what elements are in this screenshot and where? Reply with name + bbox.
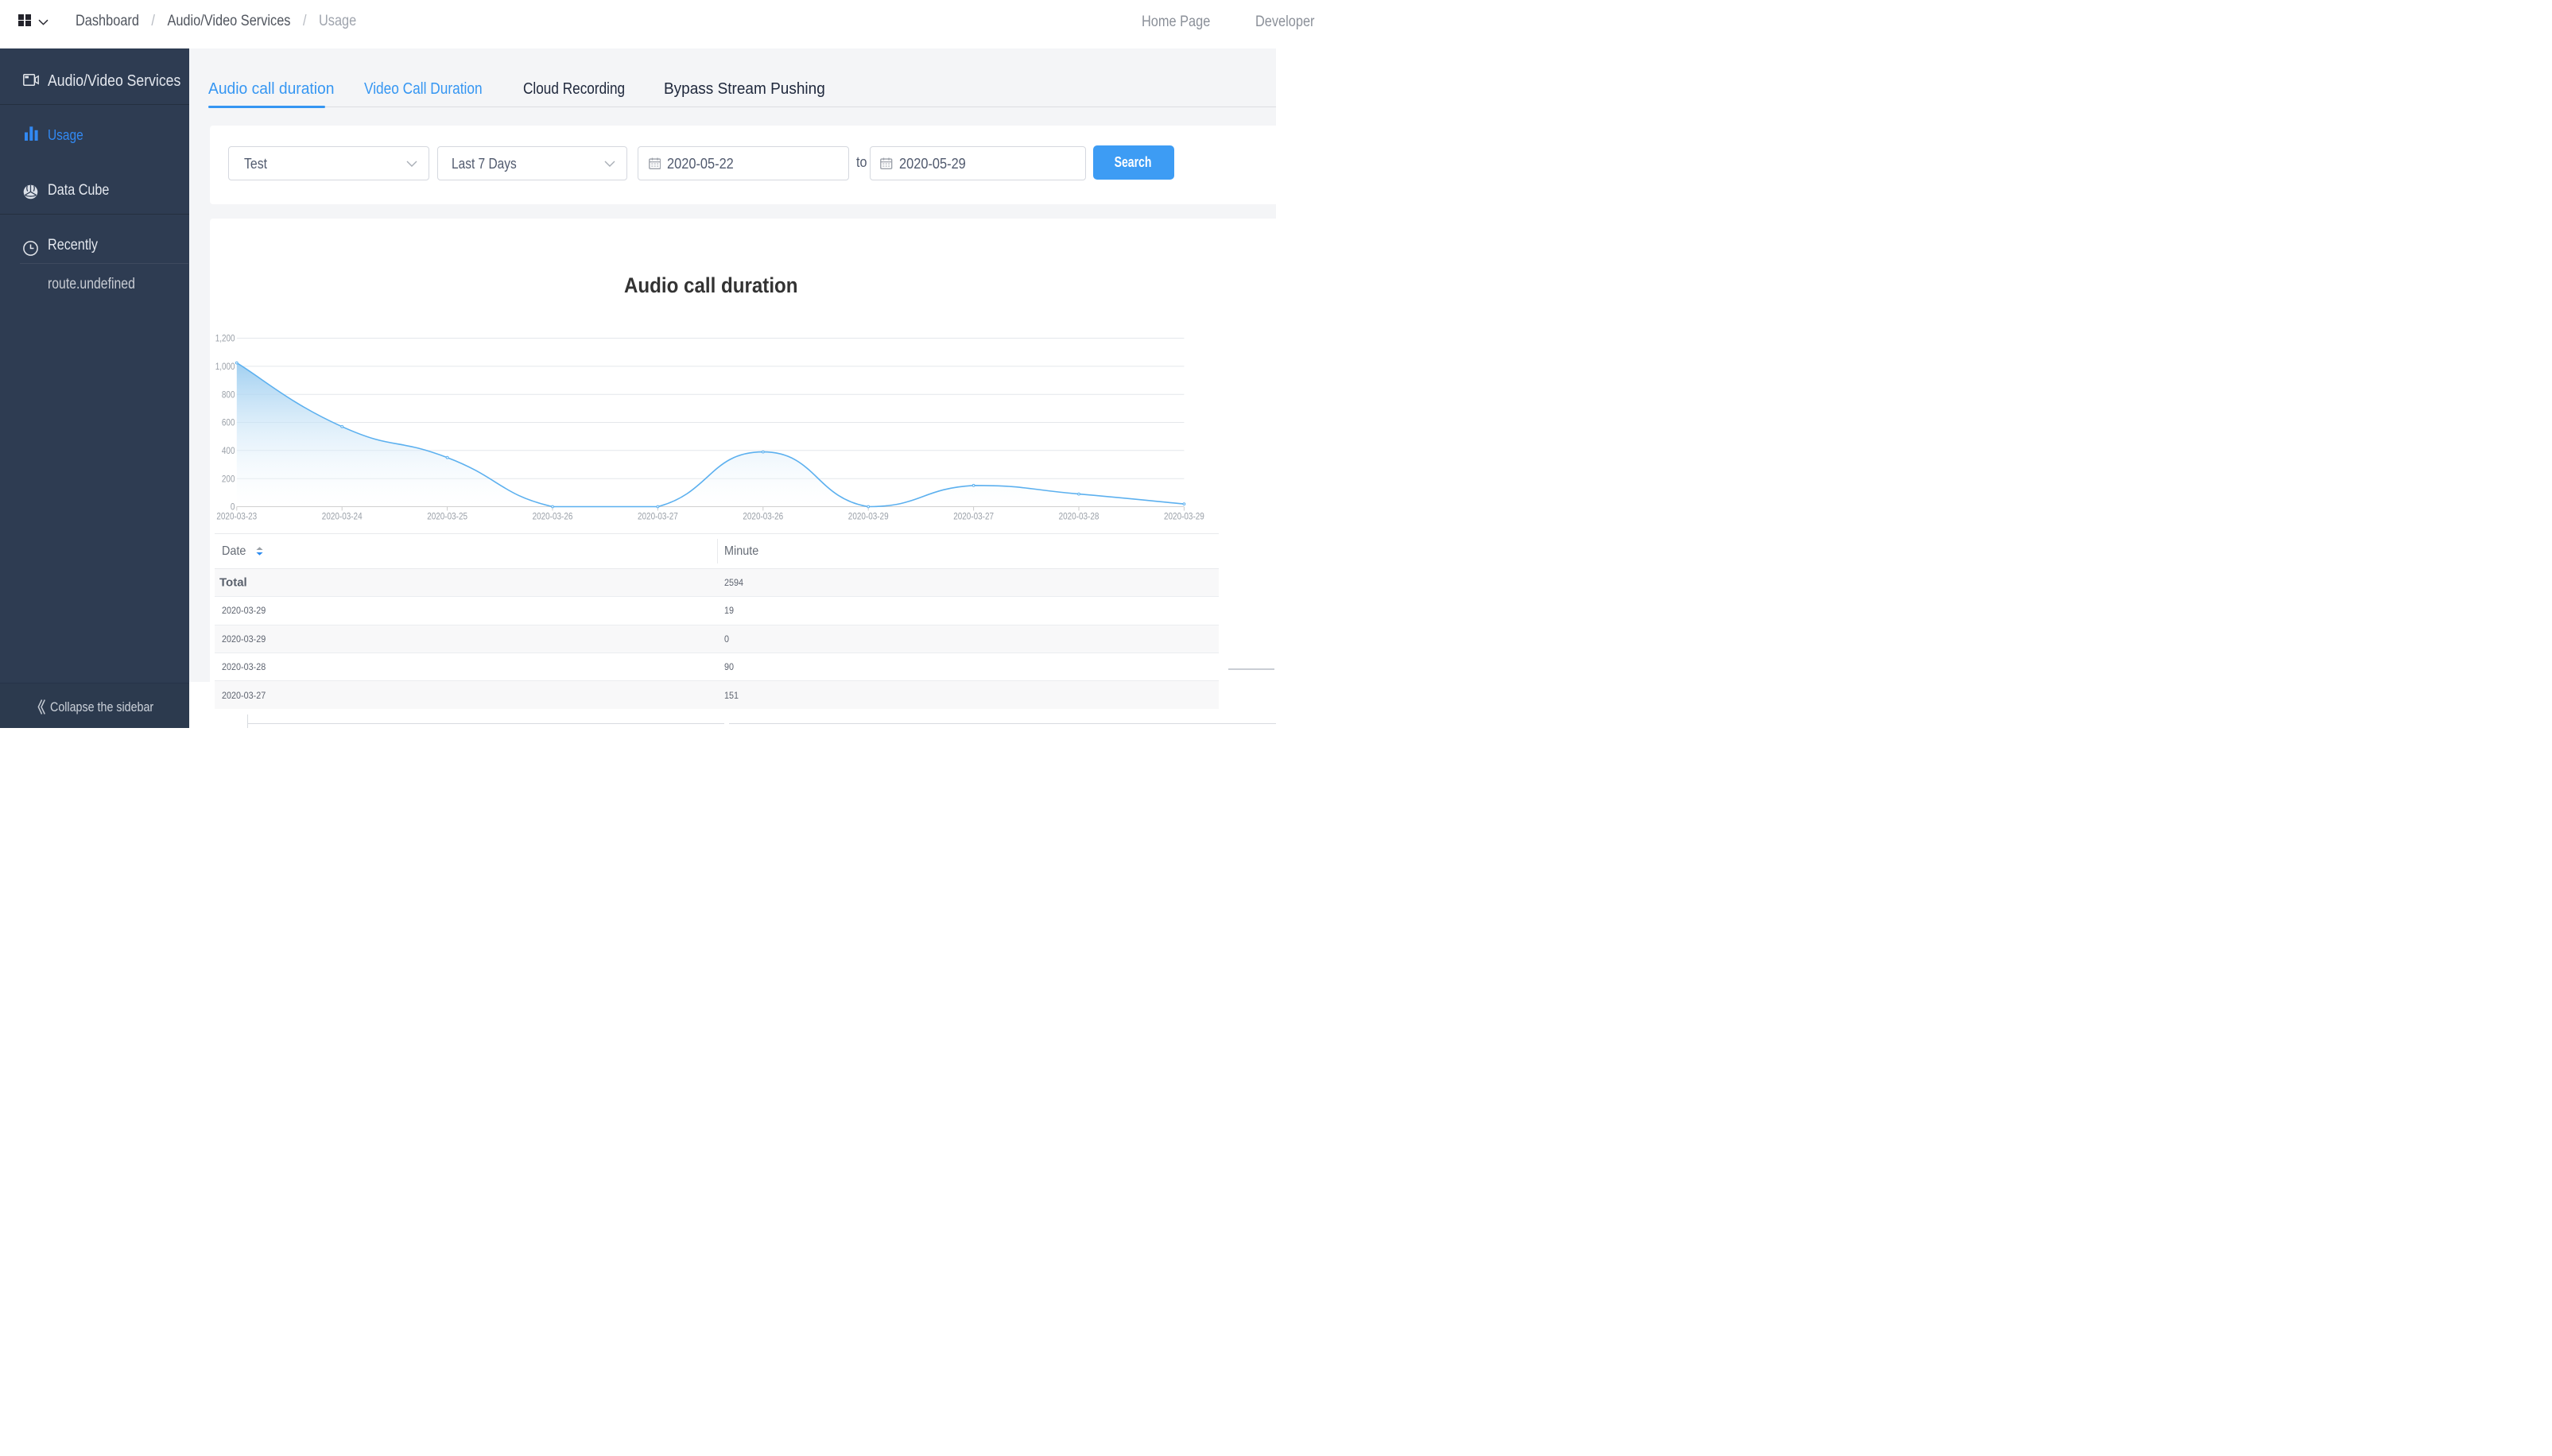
svg-text:200: 200 xyxy=(222,473,235,484)
svg-text:2020-03-29: 2020-03-29 xyxy=(848,510,889,521)
svg-text:2020-03-23: 2020-03-23 xyxy=(216,510,257,521)
svg-text:2020-03-28: 2020-03-28 xyxy=(1059,510,1100,521)
svg-text:1,200: 1,200 xyxy=(215,333,235,344)
svg-text:2020-03-27: 2020-03-27 xyxy=(953,510,994,521)
svg-text:2020-03-26: 2020-03-26 xyxy=(743,510,783,521)
svg-text:400: 400 xyxy=(222,445,235,456)
svg-text:1,000: 1,000 xyxy=(215,361,235,372)
svg-text:600: 600 xyxy=(222,417,235,428)
svg-text:2020-03-24: 2020-03-24 xyxy=(322,510,363,521)
svg-text:2020-03-25: 2020-03-25 xyxy=(427,510,467,521)
svg-text:800: 800 xyxy=(222,389,235,400)
svg-text:2020-03-29: 2020-03-29 xyxy=(1164,510,1204,521)
svg-text:2020-03-27: 2020-03-27 xyxy=(638,510,678,521)
svg-text:2020-03-26: 2020-03-26 xyxy=(533,510,573,521)
